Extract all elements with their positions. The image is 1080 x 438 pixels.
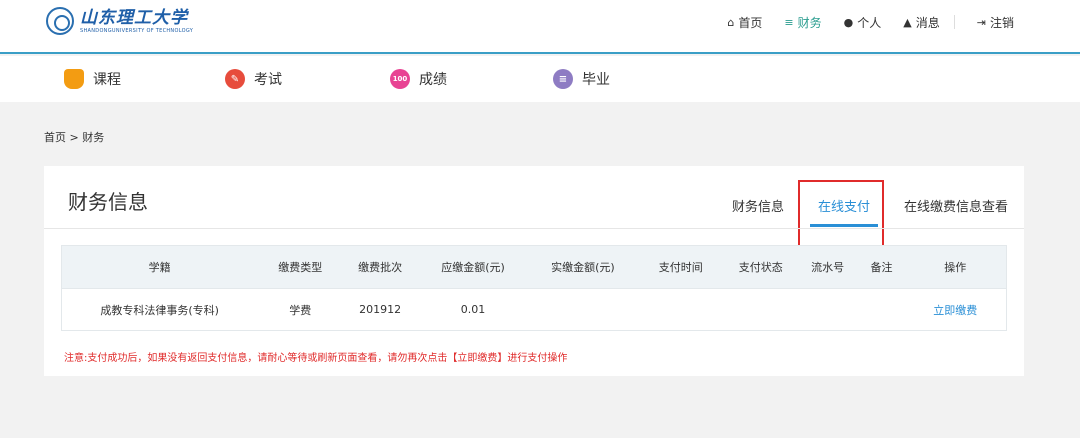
module-bar: 课程 ✎ 考试 100 成绩 ≡ 毕业 bbox=[0, 56, 1080, 102]
table-row: 成教专科法律事务(专科) 学费 201912 0.01 立即缴费 bbox=[61, 288, 1007, 331]
col-header-due: 应缴金额(元) bbox=[417, 245, 529, 289]
top-nav: ⌂ 首页 ≡ 财务 ● 个人 ▲ 消息 ⇥ 注销 bbox=[705, 0, 1014, 44]
page-title: 财务信息 bbox=[68, 190, 148, 214]
cell-due: 0.01 bbox=[417, 288, 529, 331]
finance-card: 财务信息 财务信息 在线支付 在线缴费信息查看 学籍 缴费类型 缴费批次 应缴金… bbox=[44, 166, 1024, 376]
database-icon: ≡ bbox=[784, 15, 794, 29]
university-logo[interactable]: 山东理工大学 SHANDONGUNIVERSITY OF TECHNOLOGY bbox=[46, 7, 193, 35]
module-exam[interactable]: ✎ 考试 bbox=[225, 69, 282, 89]
col-header-remark: 备注 bbox=[858, 245, 905, 289]
table-header-row: 学籍 缴费类型 缴费批次 应缴金额(元) 实缴金额(元) 支付时间 支付状态 流… bbox=[61, 245, 1007, 289]
col-header-type: 缴费类型 bbox=[257, 245, 344, 289]
tab-payment-records[interactable]: 在线缴费信息查看 bbox=[904, 196, 1008, 224]
nav-finance[interactable]: ≡ 财务 bbox=[784, 14, 821, 31]
cell-type: 学费 bbox=[257, 288, 344, 331]
top-header: 山东理工大学 SHANDONGUNIVERSITY OF TECHNOLOGY … bbox=[0, 0, 1080, 54]
nav-home[interactable]: ⌂ 首页 bbox=[727, 14, 762, 31]
university-seal-icon bbox=[46, 7, 74, 35]
logo-name-en: SHANDONGUNIVERSITY OF TECHNOLOGY bbox=[80, 27, 194, 34]
graduation-icon: ≡ bbox=[553, 69, 573, 89]
cell-xueji: 成教专科法律事务(专科) bbox=[61, 288, 258, 331]
module-course[interactable]: 课程 bbox=[64, 69, 121, 89]
bell-icon: ▲ bbox=[903, 15, 912, 29]
user-icon: ● bbox=[843, 15, 854, 29]
nav-messages[interactable]: ▲ 消息 bbox=[903, 14, 939, 31]
card-divider bbox=[44, 228, 1024, 229]
highlight-box bbox=[798, 180, 884, 247]
cell-time bbox=[636, 288, 725, 331]
col-header-batch: 缴费批次 bbox=[343, 245, 418, 289]
logo-name-cn: 山东理工大学 bbox=[80, 7, 188, 28]
cell-remark bbox=[858, 288, 905, 331]
payment-notice: 注意:支付成功后，如果没有返回支付信息，请耐心等待或刷新页面查看，请勿再次点击【… bbox=[64, 353, 568, 364]
course-icon bbox=[64, 69, 84, 89]
col-header-serial: 流水号 bbox=[796, 245, 859, 289]
nav-divider bbox=[953, 15, 955, 29]
breadcrumb: 首页 > 财务 bbox=[44, 131, 105, 144]
tab-finance-info[interactable]: 财务信息 bbox=[732, 196, 784, 224]
cell-action: 立即缴费 bbox=[904, 288, 1007, 331]
col-header-paid: 实缴金额(元) bbox=[528, 245, 637, 289]
fee-table: 学籍 缴费类型 缴费批次 应缴金额(元) 实缴金额(元) 支付时间 支付状态 流… bbox=[61, 245, 1007, 331]
col-header-status: 支付状态 bbox=[724, 245, 797, 289]
cell-paid bbox=[528, 288, 637, 331]
score-icon: 100 bbox=[390, 69, 410, 89]
col-header-time: 支付时间 bbox=[636, 245, 725, 289]
module-graduation[interactable]: ≡ 毕业 bbox=[553, 69, 610, 89]
nav-personal[interactable]: ● 个人 bbox=[844, 14, 882, 31]
nav-logout[interactable]: ⇥ 注销 bbox=[977, 14, 1014, 31]
exam-icon: ✎ bbox=[225, 69, 245, 89]
col-header-xueji: 学籍 bbox=[61, 245, 258, 289]
cell-serial bbox=[796, 288, 859, 331]
cell-status bbox=[724, 288, 797, 331]
module-score[interactable]: 100 成绩 bbox=[390, 69, 447, 89]
cell-batch: 201912 bbox=[343, 288, 418, 331]
home-icon: ⌂ bbox=[727, 15, 735, 29]
logout-icon: ⇥ bbox=[976, 15, 986, 29]
col-header-action: 操作 bbox=[904, 245, 1007, 289]
pay-now-link[interactable]: 立即缴费 bbox=[933, 304, 977, 317]
